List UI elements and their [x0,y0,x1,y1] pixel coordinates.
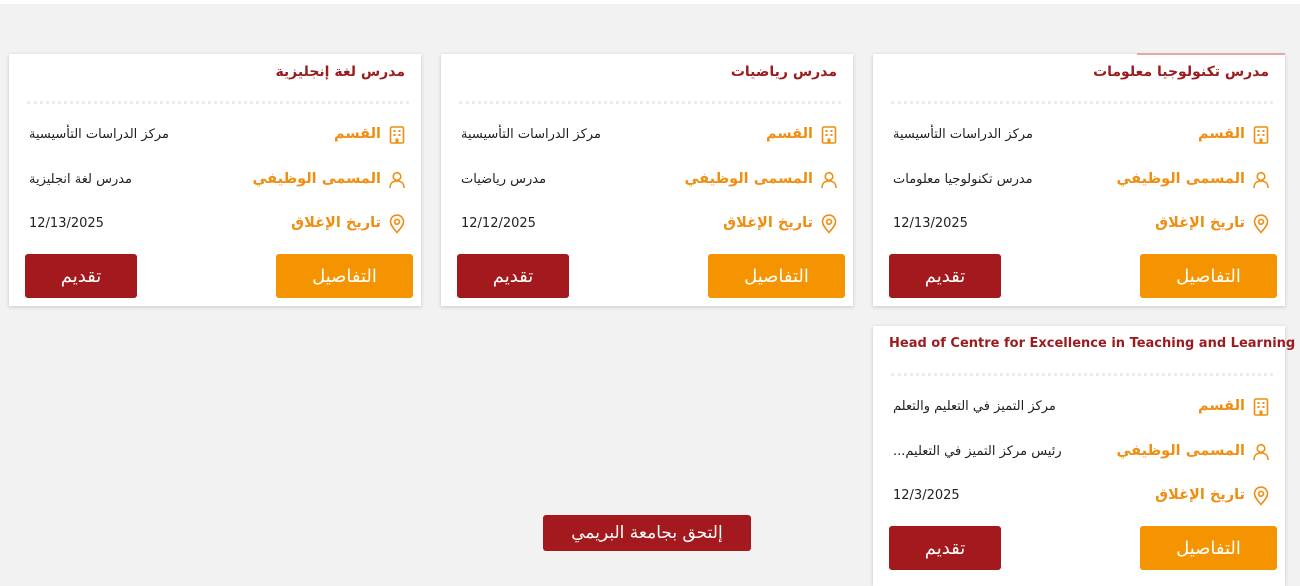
user-icon [387,170,407,190]
closing-date-label: تاريخ الإغلاق [1155,487,1245,503]
job-title-label: المسمى الوظيفي [252,171,381,187]
apply-button[interactable]: تقديم [457,254,569,298]
department-row: القسم مركز الدراسات التأسيسية [9,125,421,147]
building-icon [819,125,839,145]
details-button[interactable]: التفاصيل [708,254,845,298]
job-title-value: مدرس رياضيات [461,172,547,187]
location-pin-icon [1251,214,1271,234]
divider [459,101,841,104]
location-pin-icon [819,214,839,234]
details-button[interactable]: التفاصيل [1140,254,1277,298]
department-label: القسم [1198,126,1245,142]
details-button[interactable]: التفاصيل [276,254,413,298]
closing-date-value: 12/13/2025 [893,216,968,231]
job-card: Head of Centre for Excellence in Teachin… [873,326,1295,586]
job-title-label: المسمى الوظيفي [684,171,813,187]
closing-date-row: تاريخ الإغلاق 12/13/2025 [9,214,421,236]
apply-button[interactable]: تقديم [25,254,137,298]
divider [27,101,409,104]
job-card-title[interactable]: مدرس رياضيات [457,64,837,80]
job-card: مدرس رياضيات القسم مركز الدراسات التأسيس… [441,54,853,306]
job-card: مدرس تكنولوجيا معلومات القسم مركز الدراس… [873,53,1285,306]
job-title-value: رئيس مركز التميز في التعليم... [893,444,1062,459]
department-value: مركز الدراسات التأسيسية [461,127,601,142]
job-title-label: المسمى الوظيفي [1116,171,1245,187]
department-label: القسم [1198,398,1245,414]
department-value: مركز التميز في التعليم والتعلم [893,399,1056,414]
department-label: القسم [334,126,381,142]
location-pin-icon [1251,486,1271,506]
job-title-row: المسمى الوظيفي رئيس مركز التميز في التعل… [873,442,1285,464]
job-card-title[interactable]: Head of Centre for Excellence in Teachin… [889,336,1295,351]
job-title-label: المسمى الوظيفي [1116,443,1245,459]
closing-date-row: تاريخ الإغلاق 12/3/2025 [873,486,1285,508]
user-icon [819,170,839,190]
job-title-value: مدرس لغة انجليزية [29,172,133,187]
department-row: القسم مركز الدراسات التأسيسية [873,125,1285,147]
closing-date-label: تاريخ الإغلاق [1155,215,1245,231]
job-card-title[interactable]: مدرس تكنولوجيا معلومات [889,64,1269,80]
department-label: القسم [766,126,813,142]
closing-date-value: 12/13/2025 [29,216,104,231]
apply-button[interactable]: تقديم [889,254,1001,298]
building-icon [1251,125,1271,145]
user-icon [1251,170,1271,190]
closing-date-value: 12/3/2025 [893,488,960,503]
department-row: القسم مركز التميز في التعليم والتعلم [873,397,1285,419]
job-title-value: مدرس تكنولوجيا معلومات [893,172,1033,187]
job-title-row: المسمى الوظيفي مدرس تكنولوجيا معلومات [873,170,1285,192]
location-pin-icon [387,214,407,234]
divider [891,373,1273,376]
department-value: مركز الدراسات التأسيسية [893,127,1033,142]
building-icon [387,125,407,145]
job-title-row: المسمى الوظيفي مدرس رياضيات [441,170,853,192]
closing-date-value: 12/12/2025 [461,216,536,231]
join-university-button[interactable]: إلتحق بجامعة البريمي [543,515,751,551]
closing-date-label: تاريخ الإغلاق [291,215,381,231]
department-row: القسم مركز الدراسات التأسيسية [441,125,853,147]
apply-button[interactable]: تقديم [889,526,1001,570]
top-strip [0,0,1300,4]
user-icon [1251,442,1271,462]
divider [891,101,1273,104]
closing-date-label: تاريخ الإغلاق [723,215,813,231]
department-value: مركز الدراسات التأسيسية [29,127,169,142]
closing-date-row: تاريخ الإغلاق 12/12/2025 [441,214,853,236]
job-card: مدرس لغة إنجليزية القسم مركز الدراسات ال… [9,54,421,306]
job-title-row: المسمى الوظيفي مدرس لغة انجليزية [9,170,421,192]
building-icon [1251,397,1271,417]
closing-date-row: تاريخ الإغلاق 12/13/2025 [873,214,1285,236]
details-button[interactable]: التفاصيل [1140,526,1277,570]
job-card-title[interactable]: مدرس لغة إنجليزية [25,64,405,80]
